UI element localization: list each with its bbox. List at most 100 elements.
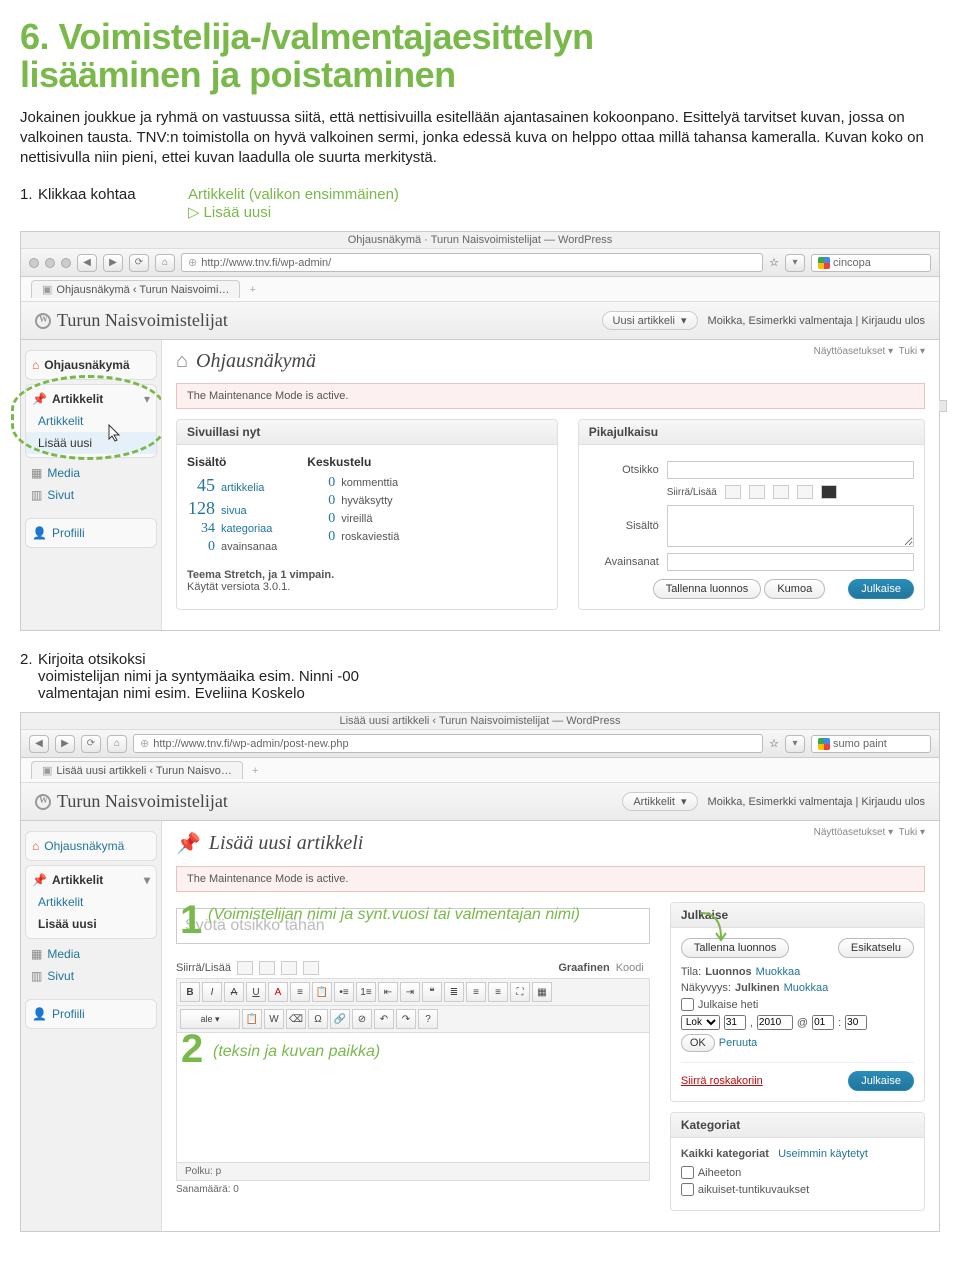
month-select[interactable]: Lok [681,1015,720,1030]
quote-icon[interactable]: ❝ [422,982,442,1002]
url-input[interactable]: ⊕http://www.tnv.fi/wp-admin/ [181,253,763,272]
undo-icon[interactable]: ↶ [374,1009,394,1029]
publish-button[interactable]: Julkaise [848,579,914,599]
link-icon[interactable]: 🔗 [330,1009,350,1029]
forward-button[interactable]: ▶ [103,254,123,272]
paste-text-icon[interactable]: 📋 [242,1009,262,1029]
search-input[interactable]: sumo paint [811,735,931,753]
help-icon[interactable]: ? [418,1009,438,1029]
browser-tab[interactable]: ▣Ohjausnäkymä ‹ Turun Naisvoimi… [31,280,240,298]
sidebar-subitem-add-new[interactable]: Lisää uusi [26,432,156,454]
upload-image-icon[interactable] [237,961,253,975]
format-select[interactable]: ale ▾ [180,1009,240,1029]
upload-image-icon[interactable] [725,485,741,499]
new-post-button[interactable]: Artikkelit ▾ [622,792,697,811]
align-left-icon[interactable]: ≡ [290,982,310,1002]
paste-word-icon[interactable]: W [264,1009,284,1029]
align-left-icon[interactable]: ≣ [444,982,464,1002]
sidebar-item-dashboard[interactable]: ⌂Ohjausnäkymä [26,835,156,857]
minute-input[interactable] [845,1015,867,1030]
upload-video-icon[interactable] [259,961,275,975]
new-post-button[interactable]: Uusi artikkeli ▾ [602,311,698,330]
edit-link[interactable]: Muokkaa [756,966,801,978]
preview-button[interactable]: Esikatselu [838,938,914,958]
sidebar-subitem-add-new[interactable]: Lisää uusi [26,913,156,935]
stat-label[interactable]: sivua [221,505,247,517]
sidebar-item-pages[interactable]: ▥Sivut [25,965,157,987]
stat-label[interactable]: artikkelia [221,482,264,494]
sidebar-item-pages[interactable]: ▥Sivut [25,484,157,506]
ul-icon[interactable]: •≡ [334,982,354,1002]
align-right-icon[interactable]: ≡ [488,982,508,1002]
browser-tab[interactable]: ▣Lisää uusi artikkeli ‹ Turun Naisvo… [31,761,243,779]
new-tab-icon[interactable]: + [252,765,258,777]
new-tab-icon[interactable]: + [249,284,255,296]
sidebar-item-media[interactable]: ▦Media [25,462,157,484]
ol-icon[interactable]: 1≡ [356,982,376,1002]
clear-format-icon[interactable]: ⌫ [286,1009,306,1029]
save-draft-button[interactable]: Tallenna luonnos [681,938,790,958]
back-button[interactable]: ◀ [77,254,97,272]
url-input[interactable]: ⊕http://www.tnv.fi/wp-admin/post-new.php [133,734,763,753]
qp-title-input[interactable] [667,461,914,479]
paste-icon[interactable]: 📋 [312,982,332,1002]
upload-media-icon[interactable] [797,485,813,499]
char-icon[interactable]: Ω [308,1009,328,1029]
search-input[interactable]: cincopa [811,254,931,272]
publish-button[interactable]: Julkaise [848,1071,914,1091]
sidebar-item-profile[interactable]: 👤Profiili [26,1003,156,1025]
tab-all-categories[interactable]: Kaikki kategoriat [681,1148,769,1160]
save-draft-button[interactable]: Tallenna luonnos [653,579,762,599]
site-name[interactable]: Turun Naisvoimistelijat [57,310,228,331]
bookmark-icon[interactable]: ☆ [769,737,779,750]
outdent-icon[interactable]: ⇤ [378,982,398,1002]
sidebar-subitem-articles[interactable]: Artikkelit [26,891,156,913]
category-checkbox[interactable] [681,1166,694,1179]
underline-icon[interactable]: U [246,982,266,1002]
tab-html[interactable]: Koodi [616,962,644,974]
stat-label[interactable]: kategoriaa [221,523,272,535]
redo-icon[interactable]: ↷ [396,1009,416,1029]
bold-icon[interactable]: B [180,982,200,1002]
sidebar-item-dashboard[interactable]: ⌂Ohjausnäkymä [26,354,156,376]
cancel-link[interactable]: Peruuta [719,1037,758,1049]
tab-visual[interactable]: Graafinen [558,962,609,974]
publish-immediate-checkbox[interactable] [681,998,694,1011]
dropdown-icon[interactable]: ▾ [785,254,805,272]
back-button[interactable]: ◀ [29,735,49,753]
edit-link[interactable]: Muokkaa [784,982,829,994]
reload-button[interactable]: ⟳ [81,735,101,753]
align-center-icon[interactable]: ≡ [466,982,486,1002]
upload-generic-icon[interactable] [821,485,837,499]
screen-options[interactable]: Näyttöasetukset ▾ Tuki ▾ [814,346,925,357]
day-input[interactable] [724,1015,746,1030]
hour-input[interactable] [812,1015,834,1030]
screen-options[interactable]: Näyttöasetukset ▾ Tuki ▾ [814,827,925,838]
reset-button[interactable]: Kumoa [764,579,825,599]
sidebar-item-media[interactable]: ▦Media [25,943,157,965]
trash-link[interactable]: Siirrä roskakoriin [681,1075,763,1087]
ok-button[interactable]: OK [681,1034,715,1052]
upload-media-icon[interactable] [303,961,319,975]
text-color-icon[interactable]: A [268,982,288,1002]
reload-button[interactable]: ⟳ [129,254,149,272]
more-icon[interactable]: ▦ [532,982,552,1002]
fullscreen-icon[interactable]: ⛶ [510,982,530,1002]
unlink-icon[interactable]: ⊘ [352,1009,372,1029]
forward-button[interactable]: ▶ [55,735,75,753]
user-greeting[interactable]: Moikka, Esimerkki valmentaja | Kirjaudu … [708,796,925,808]
user-greeting[interactable]: Moikka, Esimerkki valmentaja | Kirjaudu … [708,315,925,327]
dropdown-icon[interactable]: ▾ [785,735,805,753]
upload-audio-icon[interactable] [281,961,297,975]
strike-icon[interactable]: A [224,982,244,1002]
indent-icon[interactable]: ⇥ [400,982,420,1002]
site-name[interactable]: Turun Naisvoimistelijat [57,791,228,812]
home-button[interactable]: ⌂ [155,254,175,272]
category-checkbox[interactable] [681,1183,694,1196]
year-input[interactable] [757,1015,793,1030]
upload-audio-icon[interactable] [773,485,789,499]
sidebar-subitem-articles[interactable]: Artikkelit [26,410,156,432]
qp-content-input[interactable] [667,505,914,547]
italic-icon[interactable]: I [202,982,222,1002]
tab-most-used[interactable]: Useimmin käytetyt [778,1148,868,1160]
